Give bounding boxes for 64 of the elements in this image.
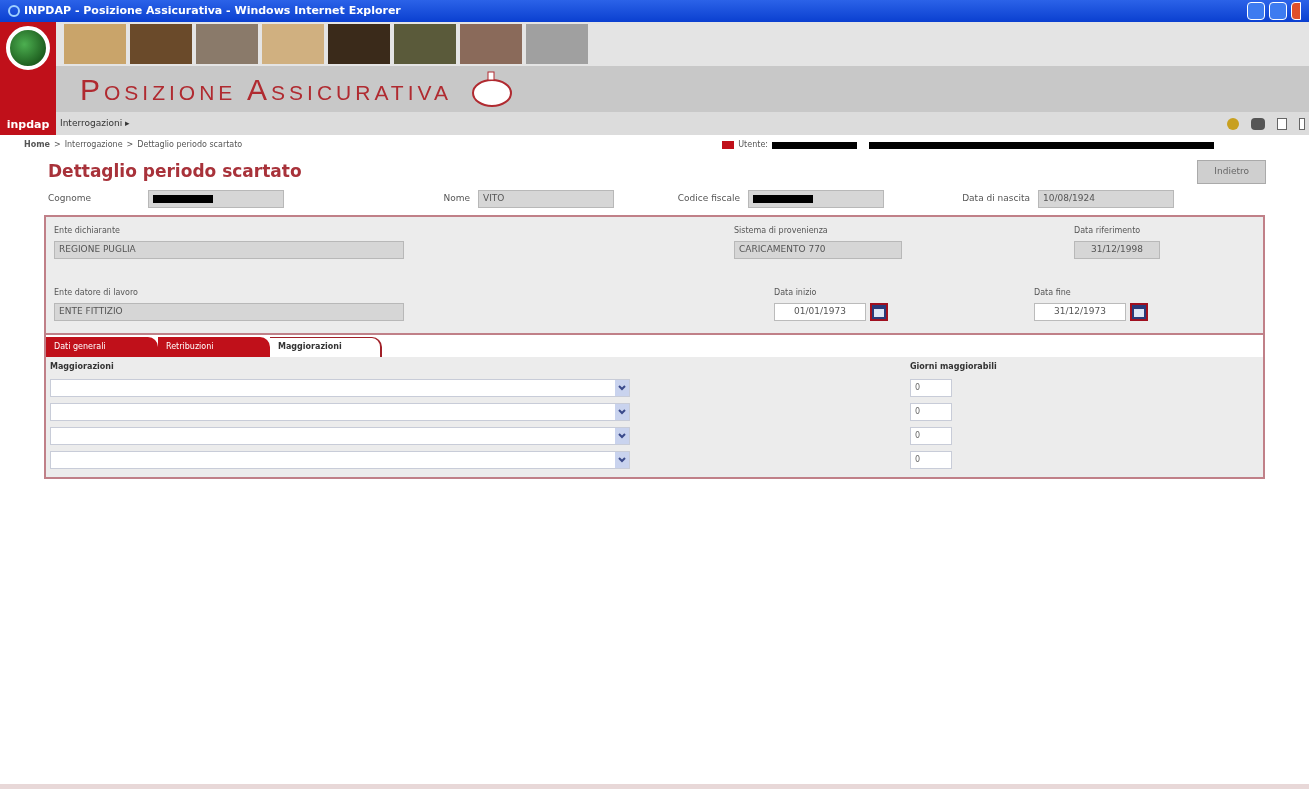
globe-icon — [6, 26, 50, 70]
dropdown-field[interactable] — [50, 378, 630, 397]
breadcrumb-link[interactable]: Interrogazione — [64, 139, 123, 151]
redacted-bar — [753, 194, 813, 203]
column-header: Giorni maggiorabili — [910, 360, 998, 373]
readonly-field: 31/12/1998 — [1074, 240, 1160, 259]
readonly-field: REGIONE PUGLIA — [54, 240, 404, 259]
field-label: Cognome — [48, 191, 93, 205]
photo-placeholder — [64, 24, 126, 64]
photo-placeholder — [196, 24, 258, 64]
photo-placeholder — [328, 24, 390, 64]
field-label: Ente dichiarante — [54, 224, 121, 237]
photo-placeholder — [262, 24, 324, 64]
input-field[interactable]: 0 — [910, 402, 952, 421]
calendar-icon[interactable] — [870, 302, 888, 321]
field-label: Data riferimento — [1074, 224, 1142, 237]
breadcrumb-separator: > — [126, 139, 134, 151]
field-label: Nome — [442, 191, 471, 205]
browser-icon — [8, 5, 20, 17]
photo-placeholder — [394, 24, 456, 64]
logo-text: inpdap — [6, 116, 50, 133]
chevron-down-icon — [615, 403, 629, 420]
window-title: INPDAP - Posizione Assicurativa - Windows Internet Explorer — [24, 2, 401, 19]
photo-placeholder — [526, 24, 588, 64]
dropdown-field[interactable] — [50, 402, 630, 421]
field-label: Data fine — [1034, 286, 1072, 299]
input-field[interactable]: 0 — [910, 450, 952, 469]
date-field[interactable]: 01/01/1973 — [774, 302, 866, 321]
photo-placeholder — [460, 24, 522, 64]
back-button[interactable]: Indietro — [1197, 160, 1266, 184]
calendar-icon[interactable] — [1130, 302, 1148, 321]
banner-title: Posizione Assicurativa — [80, 71, 452, 108]
tab[interactable]: Maggiorazioni — [270, 336, 382, 357]
breadcrumb-separator: > — [53, 139, 61, 151]
minimize-button[interactable] — [1247, 2, 1265, 20]
breadcrumb-link[interactable]: Home — [24, 139, 50, 151]
chevron-down-icon — [615, 379, 629, 396]
column-header: Maggiorazioni — [50, 360, 115, 373]
photo-placeholder — [130, 24, 192, 64]
dropdown-field[interactable] — [50, 426, 630, 445]
input-field[interactable]: 0 — [910, 426, 952, 445]
tab[interactable]: Dati generali — [46, 336, 158, 357]
readonly-field: 10/08/1924 — [1038, 189, 1174, 208]
menu-item[interactable]: Interrogazioni ▸ — [60, 116, 130, 131]
page-heading: Dettaglio periodo scartato — [48, 160, 302, 183]
field-label: Ente datore di lavoro — [54, 286, 139, 299]
user-label: Utente: — [738, 139, 768, 151]
close-button[interactable] — [1291, 2, 1301, 20]
readonly-field: VITO — [478, 189, 614, 208]
readonly-field: ENTE FITTIZIO — [54, 302, 404, 321]
field-label: Sistema di provenienza — [734, 224, 829, 237]
chevron-down-icon — [615, 427, 629, 444]
chevron-down-icon — [615, 451, 629, 468]
dropdown-field[interactable] — [50, 450, 630, 469]
field-label: Data inizio — [774, 286, 818, 299]
breadcrumb-link[interactable]: Dettaglio periodo scartato — [137, 139, 243, 151]
readonly-field: CARICAMENTO 770 — [734, 240, 902, 259]
tab[interactable]: Retribuzioni — [158, 336, 270, 357]
redacted-bar — [153, 194, 213, 203]
date-field[interactable]: 31/12/1973 — [1034, 302, 1126, 321]
field-label: Data di nascita — [961, 191, 1031, 205]
field-label: Codice fiscale — [676, 191, 741, 205]
input-field[interactable]: 0 — [910, 378, 952, 397]
maximize-button[interactable] — [1269, 2, 1287, 20]
